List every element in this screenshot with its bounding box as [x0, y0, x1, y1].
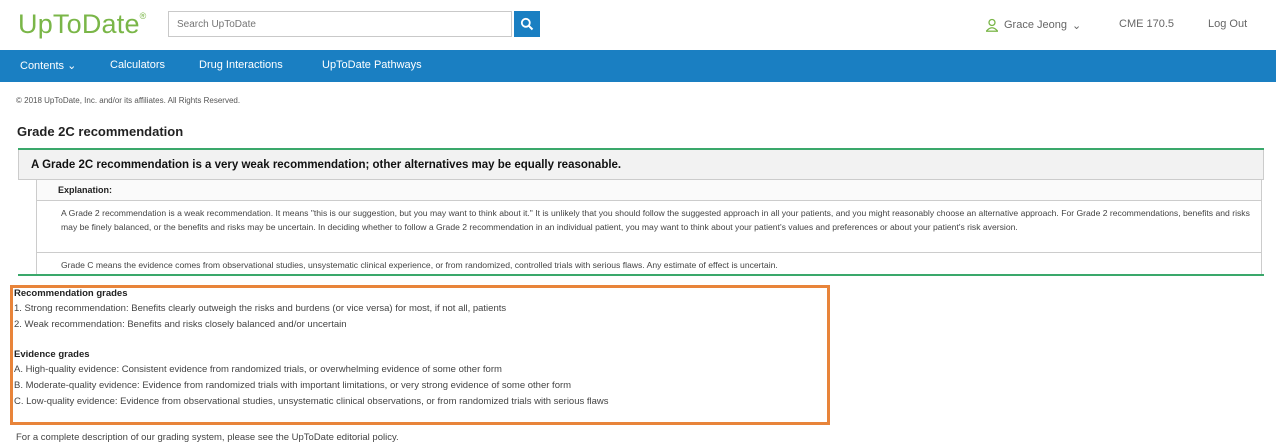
list-item: B. Moderate-quality evidence: Evidence f…	[14, 380, 572, 391]
logout-link[interactable]: Log Out	[1208, 18, 1247, 30]
uptodate-logo[interactable]: UpToDate®	[18, 9, 147, 40]
main-nav: Contents ⌄ Calculators Drug Interactions…	[0, 50, 1276, 82]
search-bar	[168, 11, 540, 39]
recommendation-header: A Grade 2C recommendation is a very weak…	[18, 150, 1264, 180]
recommendation-headline: A Grade 2C recommendation is a very weak…	[31, 159, 622, 171]
recommendation-grades-title: Recommendation grades	[14, 288, 128, 299]
list-item: 1. Strong recommendation: Benefits clear…	[14, 303, 507, 314]
explanation-label-row: Explanation:	[37, 180, 1261, 201]
list-item: A. High-quality evidence: Consistent evi…	[14, 364, 502, 375]
nav-pathways[interactable]: UpToDate Pathways	[322, 59, 422, 71]
search-input[interactable]	[168, 11, 512, 37]
nav-drug-interactions[interactable]: Drug Interactions	[199, 59, 283, 71]
copyright-text: © 2018 UpToDate, Inc. and/or its affilia…	[16, 96, 241, 105]
explanation-paragraph-2: Grade C means the evidence comes from ob…	[61, 260, 778, 270]
chevron-down-icon: ⌄	[1071, 19, 1082, 32]
explanation-paragraph-1: A Grade 2 recommendation is a weak recom…	[61, 208, 1250, 232]
list-item: C. Low-quality evidence: Evidence from o…	[14, 396, 609, 407]
app-header: UpToDate® Grace Jeong ⌄ CME 170.5 Log Ou…	[0, 0, 1276, 50]
search-button[interactable]	[514, 11, 540, 37]
grades-section: Recommendation grades 1. Strong recommen…	[14, 288, 609, 410]
page-title: Grade 2C recommendation	[17, 124, 184, 139]
nav-contents[interactable]: Contents ⌄	[20, 59, 76, 72]
user-name: Grace Jeong	[1004, 19, 1067, 31]
evidence-grades-title: Evidence grades	[14, 349, 90, 360]
registered-mark: ®	[139, 11, 147, 21]
user-menu[interactable]: Grace Jeong ⌄	[985, 18, 1081, 32]
explanation-panel: Explanation: A Grade 2 recommendation is…	[36, 180, 1262, 274]
nav-calculators[interactable]: Calculators	[110, 59, 165, 71]
user-icon	[986, 18, 998, 32]
logo-text: UpToDate	[18, 9, 140, 39]
divider	[37, 252, 1261, 253]
recommendation-box: A Grade 2C recommendation is a very weak…	[18, 148, 1264, 276]
search-icon	[520, 17, 534, 31]
list-item: 2. Weak recommendation: Benefits and ris…	[14, 319, 347, 330]
footer-text: For a complete description of our gradin…	[16, 432, 399, 443]
explanation-label: Explanation:	[58, 185, 113, 195]
cme-link[interactable]: CME 170.5	[1119, 18, 1174, 30]
